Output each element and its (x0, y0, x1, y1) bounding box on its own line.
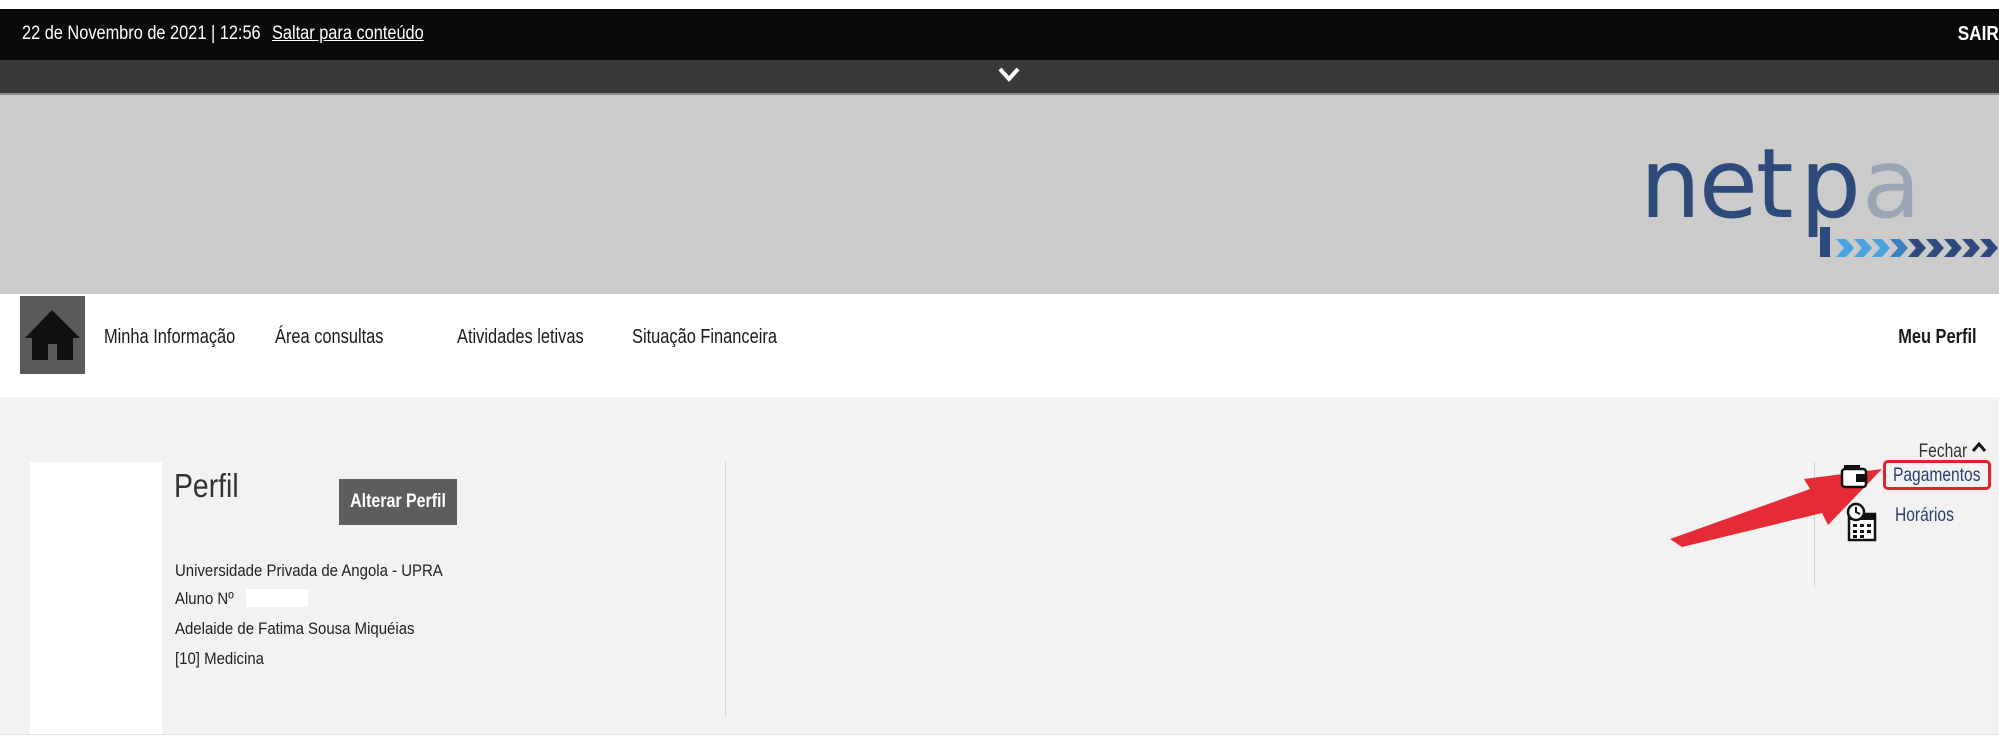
wallet-icon[interactable] (1840, 463, 1870, 489)
edit-profile-button[interactable]: Alterar Perfil (339, 479, 457, 525)
university-name: Universidade Privada de Angola - UPRA (175, 561, 443, 580)
svg-text:net: net (1640, 135, 1792, 240)
home-button[interactable] (20, 296, 85, 374)
edit-profile-label: Alterar Perfil (350, 491, 446, 512)
student-number-label: Aluno Nº (175, 589, 234, 608)
svg-text:a: a (1862, 135, 1921, 240)
svg-text:p: p (1800, 135, 1861, 240)
nav-minha-informacao[interactable]: Minha Informação (104, 326, 235, 349)
profile-photo (30, 462, 162, 734)
student-name: Adelaide de Fatima Sousa Miquéias (175, 619, 415, 638)
top-bar: 22 de Novembro de 2021 | 12:56 Saltar pa… (0, 9, 1999, 60)
logout-button[interactable]: SAIR (1958, 23, 1999, 46)
quick-link-horarios[interactable]: Horários (1895, 505, 1954, 527)
divider (725, 462, 726, 717)
profile-title: Perfil (174, 467, 239, 504)
calendar-icon[interactable] (1846, 502, 1878, 542)
student-number-redacted (246, 589, 308, 607)
home-icon (25, 310, 80, 360)
header-banner: net p a (0, 95, 1999, 294)
nav-situacao-financeira[interactable]: Situação Financeira (632, 326, 777, 349)
main-nav: Minha Informação Área consultas Atividad… (0, 294, 1999, 397)
chevron-up-icon[interactable] (1971, 440, 1987, 454)
highlight-box (1883, 460, 1991, 490)
nav-atividades-letivas[interactable]: Atividades letivas (457, 326, 584, 349)
course-name: [10] Medicina (175, 649, 264, 668)
chevron-down-icon[interactable] (998, 66, 1020, 84)
nav-meu-perfil[interactable]: Meu Perfil (1899, 326, 1977, 349)
profile-panel: Fechar Perfil Alterar Perfil Universidad… (0, 397, 1999, 735)
skip-to-content-link[interactable]: Saltar para conteúdo (272, 23, 424, 45)
collapse-strip[interactable] (0, 60, 1999, 95)
netpa-logo[interactable]: net p a (1640, 135, 1999, 295)
date-time: 22 de Novembro de 2021 | 12:56 (22, 23, 261, 44)
nav-area-consultas[interactable]: Área consultas (275, 326, 383, 349)
